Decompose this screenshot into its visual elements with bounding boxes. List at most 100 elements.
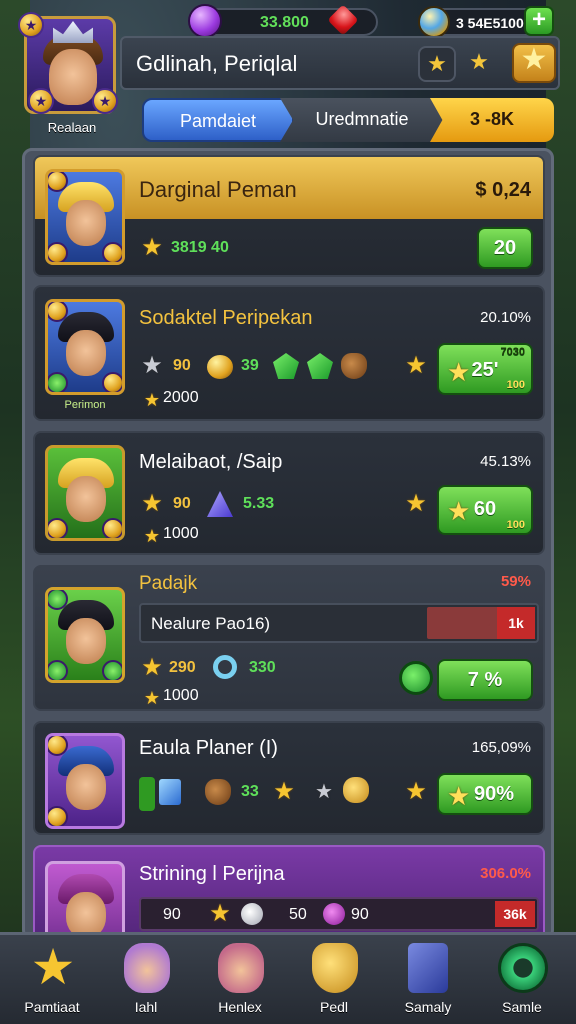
progress-bar: Nealure Pao16) 1k: [139, 603, 539, 643]
list-item[interactable]: Strining l Perijna 306.0% 90 ★ 50 90 36k: [33, 845, 545, 937]
progress-tag: 1k: [497, 607, 535, 639]
row-title: Padajk: [139, 573, 198, 594]
star-icon: ★: [447, 781, 471, 811]
loot-sack-icon: [341, 353, 367, 379]
coin-value: 3 54E5100: [456, 15, 524, 31]
bottom-navigation: ★ Pamtiaat Iahl Henlex Pedl Samaly Samle: [0, 932, 576, 1024]
row-title: Eaula Planer (I): [139, 737, 278, 759]
row-title: Strining l Perijna: [139, 863, 285, 885]
nav-samle[interactable]: Samle: [474, 939, 570, 1023]
honey-pot-icon: [343, 777, 369, 803]
list-item[interactable]: Melaibaot, /Saip 45.13% ★ 90 5.33 ★ 1000…: [33, 431, 545, 555]
star-icon: ★: [209, 900, 231, 927]
star-icon: ★: [143, 390, 161, 410]
claim-button[interactable]: 7 %: [437, 659, 533, 701]
row-stat: 33: [241, 783, 259, 800]
star-icon: ★: [141, 654, 163, 681]
quest-list: Darginal Peman $ 0,24 ★ 3819 40 20 Perim…: [22, 148, 554, 940]
loot-sack-icon: [205, 779, 231, 805]
ring-icon: [213, 655, 237, 679]
level-bar: [139, 777, 155, 811]
tab-pamdaiet[interactable]: Pamdaiet: [142, 98, 294, 142]
nav-samaly[interactable]: Samaly: [380, 939, 476, 1023]
nav-pedl[interactable]: Pedl: [286, 939, 382, 1023]
premium-star-button[interactable]: ★: [512, 43, 556, 83]
player-title-bar: Gdlinah, Periqlal ★ ★ ★: [120, 36, 560, 90]
add-currency-button[interactable]: +: [524, 6, 554, 36]
cube-icon: [159, 779, 181, 805]
player-name: Gdlinah, Periqlal: [136, 51, 298, 76]
player-profile[interactable]: ★ ★ ★ Realaan: [18, 12, 118, 140]
hero-portrait: [45, 445, 125, 541]
star-icon: ★: [405, 490, 427, 517]
cat-icon: [124, 943, 170, 993]
claim-button[interactable]: ★ 25' 7030 100: [437, 343, 533, 395]
row-stat: 1000: [163, 687, 199, 704]
list-item[interactable]: Eaula Planer (I) 165,09% 33 ★ ★ ★ ★ 90%: [33, 721, 545, 835]
hero-portrait: [45, 169, 125, 265]
hero-portrait: [45, 733, 125, 829]
row-percent: 306.0%: [480, 865, 531, 882]
pearl-icon: [241, 903, 263, 925]
hero-icon: [218, 943, 264, 993]
coin-orb-icon: [418, 6, 450, 38]
row-value: $ 0,24: [475, 179, 531, 201]
favorite-star-icon[interactable]: ★: [418, 46, 456, 82]
row-title: Melaibaot, /Saip: [139, 451, 283, 473]
hero-portrait: [45, 861, 125, 937]
portrait-caption: Perimon: [64, 399, 106, 411]
claim-button[interactable]: 20: [477, 227, 533, 269]
level-badge-icon: ★: [18, 12, 44, 38]
purple-gem-icon: [188, 4, 222, 38]
settings-icon: [498, 943, 548, 993]
gem-counter[interactable]: 33.800: [188, 4, 378, 38]
shield-icon: [312, 943, 358, 993]
gem-value: 33.800: [260, 14, 309, 31]
rating-star-icon[interactable]: ★: [460, 46, 498, 82]
list-item[interactable]: Perimon Sodaktel Peripekan 20.10% ★ 90 3…: [33, 285, 545, 421]
row-stat: 90: [173, 495, 191, 512]
row-percent: 165,09%: [471, 739, 531, 756]
star-icon: ★: [143, 688, 161, 708]
nav-pamtiaat[interactable]: ★ Pamtiaat: [4, 939, 100, 1023]
row-title: Darginal Peman: [139, 177, 297, 202]
box-icon: [408, 943, 448, 993]
claim-button[interactable]: ★ 90%: [437, 773, 533, 815]
green-orb-icon[interactable]: [399, 661, 433, 695]
ruby-icon: [327, 4, 359, 36]
star-icon: ★: [30, 939, 76, 995]
row-percent: 20.10%: [480, 309, 531, 326]
row-stat: 290: [169, 659, 196, 676]
nav-iahl[interactable]: Iahl: [98, 939, 194, 1023]
purple-orb-icon: [323, 903, 345, 925]
row-stat: 330: [249, 659, 276, 676]
crystal-icon: [207, 491, 233, 517]
emerald-icon: [307, 353, 333, 379]
star-icon: ★: [273, 778, 295, 805]
tab-bar: Pamdaiet Uredmnatie 3 -8K: [142, 98, 554, 142]
claim-button[interactable]: ★ 60 100: [437, 485, 533, 535]
resource-bar: 90 ★ 50 90 36k: [139, 897, 539, 931]
emerald-icon: [273, 353, 299, 379]
star-icon: ★: [447, 496, 471, 526]
star-icon: ★: [143, 526, 161, 546]
row-stat: 2000: [163, 389, 199, 406]
hero-portrait: [45, 587, 125, 683]
pink-star-icon: ★: [315, 781, 333, 803]
star-icon: ★: [405, 352, 427, 379]
row-stat: 3819 40: [171, 239, 229, 256]
row-stat: 1000: [163, 525, 199, 542]
list-item[interactable]: Darginal Peman $ 0,24 ★ 3819 40 20: [33, 155, 545, 277]
row-percent: 45.13%: [480, 453, 531, 470]
avatar-caption: Realaan: [47, 120, 97, 135]
tab-reward[interactable]: 3 -8K: [430, 98, 554, 142]
rank-badge-icon: ★: [28, 88, 54, 114]
row-tag: 36k: [495, 901, 535, 927]
list-item[interactable]: Padajk 59% Nealure Pao16) 1k ★ 290 330 ★…: [33, 565, 545, 711]
row-title: Sodaktel Peripekan: [139, 307, 313, 329]
row-stat: 90: [173, 357, 191, 374]
star-badge-icon: ★: [92, 88, 118, 114]
star-icon: ★: [141, 490, 163, 517]
nav-henlex[interactable]: Henlex: [192, 939, 288, 1023]
tab-uredmnatie[interactable]: Uredmnatie: [280, 98, 444, 142]
